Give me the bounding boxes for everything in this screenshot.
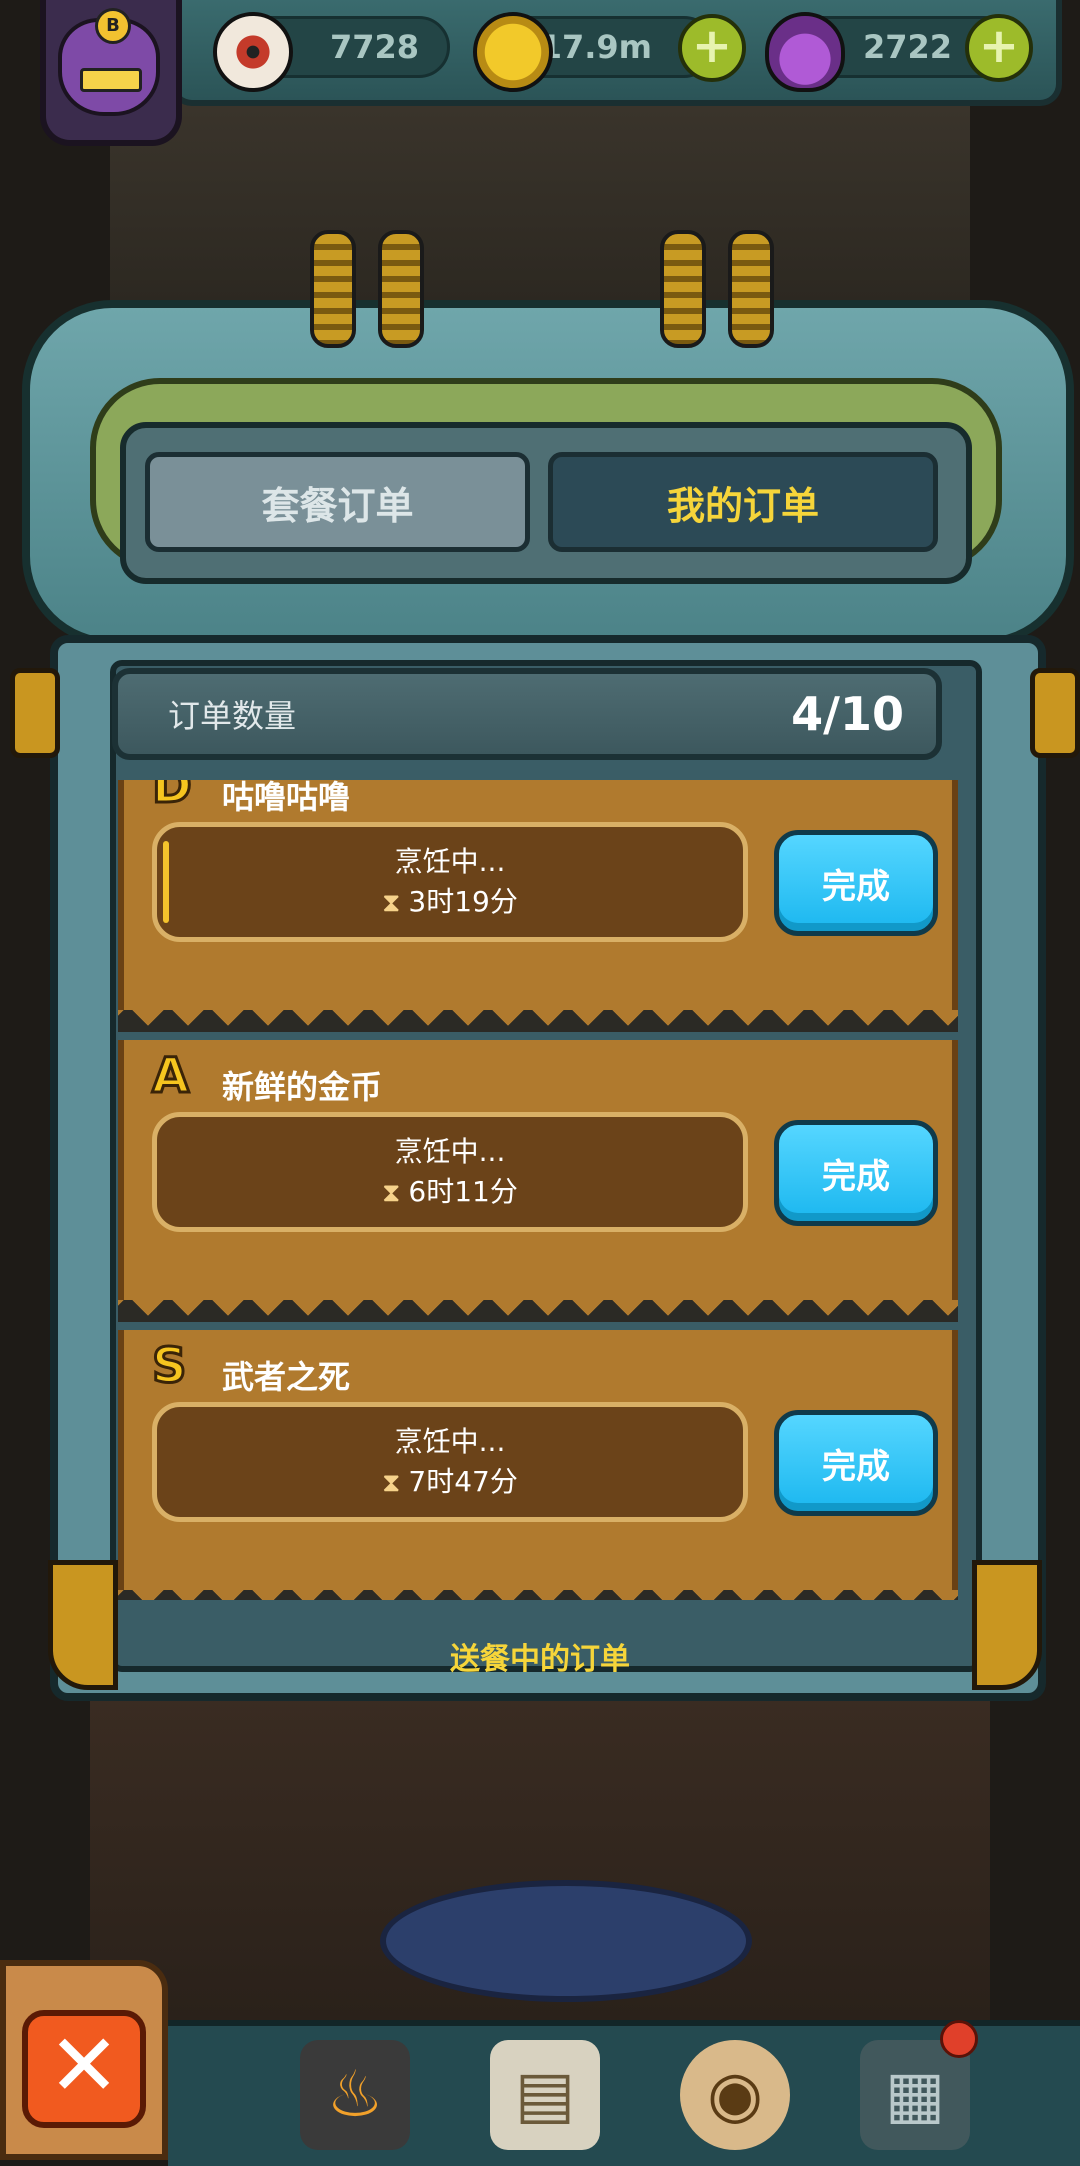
cooking-status: 烹饪中... bbox=[394, 844, 506, 878]
order-card: D 咕噜咕噜 烹饪中... ⧗ 3时19分 完成 bbox=[118, 780, 958, 1032]
avatar[interactable]: B bbox=[40, 0, 182, 146]
time-remaining: 7时47分 bbox=[408, 1464, 518, 1498]
hourglass-icon: ⧗ bbox=[382, 1467, 401, 1498]
add-coins-button[interactable]: + bbox=[678, 14, 746, 82]
cooking-status: 烹饪中... bbox=[394, 1424, 506, 1458]
recipe-book-icon[interactable]: ▤ bbox=[490, 2040, 600, 2150]
order-card: A 新鲜的金币 烹饪中... ⧗ 6时11分 完成 bbox=[118, 1040, 958, 1322]
complete-button[interactable]: 完成 bbox=[774, 1120, 938, 1226]
coil-decoration bbox=[660, 230, 706, 348]
hourglass-icon: ⧗ bbox=[382, 1177, 401, 1208]
order-title: 咕噜咕噜 bbox=[222, 780, 351, 816]
cooking-status-box: 烹饪中... ⧗ 6时11分 bbox=[152, 1112, 748, 1232]
tab-my-orders[interactable]: 我的订单 bbox=[548, 452, 938, 552]
hourglass-icon: ⧗ bbox=[382, 887, 401, 918]
background-room-top bbox=[110, 90, 970, 320]
order-title: 新鲜的金币 bbox=[222, 1068, 383, 1106]
time-remaining: 6时11分 bbox=[408, 1174, 518, 1208]
progress-fill bbox=[163, 841, 169, 923]
close-button[interactable]: ✕ bbox=[22, 2010, 146, 2128]
monster-avatar-icon: B bbox=[58, 8, 160, 116]
order-card: S 武者之死 烹饪中... ⧗ 7时47分 完成 bbox=[118, 1330, 958, 1600]
pipe-decoration bbox=[10, 668, 60, 758]
coil-decoration bbox=[378, 230, 424, 348]
cooking-status: 烹饪中... bbox=[394, 1134, 506, 1168]
order-rank: S bbox=[151, 1337, 189, 1396]
order-count-bar: 订单数量 4/10 bbox=[112, 668, 942, 760]
pipe-decoration bbox=[972, 1560, 1042, 1690]
pipe-decoration bbox=[48, 1560, 118, 1690]
order-title: 武者之死 bbox=[222, 1358, 351, 1396]
eyeball-icon bbox=[213, 12, 293, 92]
furnace-icon[interactable]: ♨ bbox=[300, 2040, 410, 2150]
rank-badge: B bbox=[95, 8, 131, 44]
cooking-status-box: 烹饪中... ⧗ 3时19分 bbox=[152, 822, 748, 942]
complete-button[interactable]: 完成 bbox=[774, 1410, 938, 1516]
order-rank: D bbox=[151, 780, 194, 816]
complete-button[interactable]: 完成 bbox=[774, 830, 938, 936]
add-potions-button[interactable]: + bbox=[965, 14, 1033, 82]
delivering-orders-label[interactable]: 送餐中的订单 bbox=[0, 1634, 1080, 1678]
order-count-value: 4/10 bbox=[791, 687, 904, 741]
order-rank: A bbox=[150, 1047, 190, 1106]
tab-set-orders[interactable]: 套餐订单 bbox=[145, 452, 530, 552]
cooking-status-box: 烹饪中... ⧗ 7时47分 bbox=[152, 1402, 748, 1522]
money-bag-icon[interactable]: ◉ bbox=[680, 2040, 790, 2150]
coil-decoration bbox=[728, 230, 774, 348]
order-list[interactable]: D 咕噜咕噜 烹饪中... ⧗ 3时19分 完成 A 新鲜的金币 烹饪中... ⧗… bbox=[118, 780, 958, 1600]
order-count-label: 订单数量 bbox=[168, 697, 297, 735]
coil-decoration bbox=[310, 230, 356, 348]
potion-icon bbox=[765, 12, 845, 92]
pipe-decoration bbox=[1030, 668, 1080, 758]
rug-decoration bbox=[380, 1880, 752, 2002]
coin-icon bbox=[473, 12, 553, 92]
notification-dot bbox=[940, 2020, 978, 2058]
time-remaining: 3时19分 bbox=[408, 884, 518, 918]
